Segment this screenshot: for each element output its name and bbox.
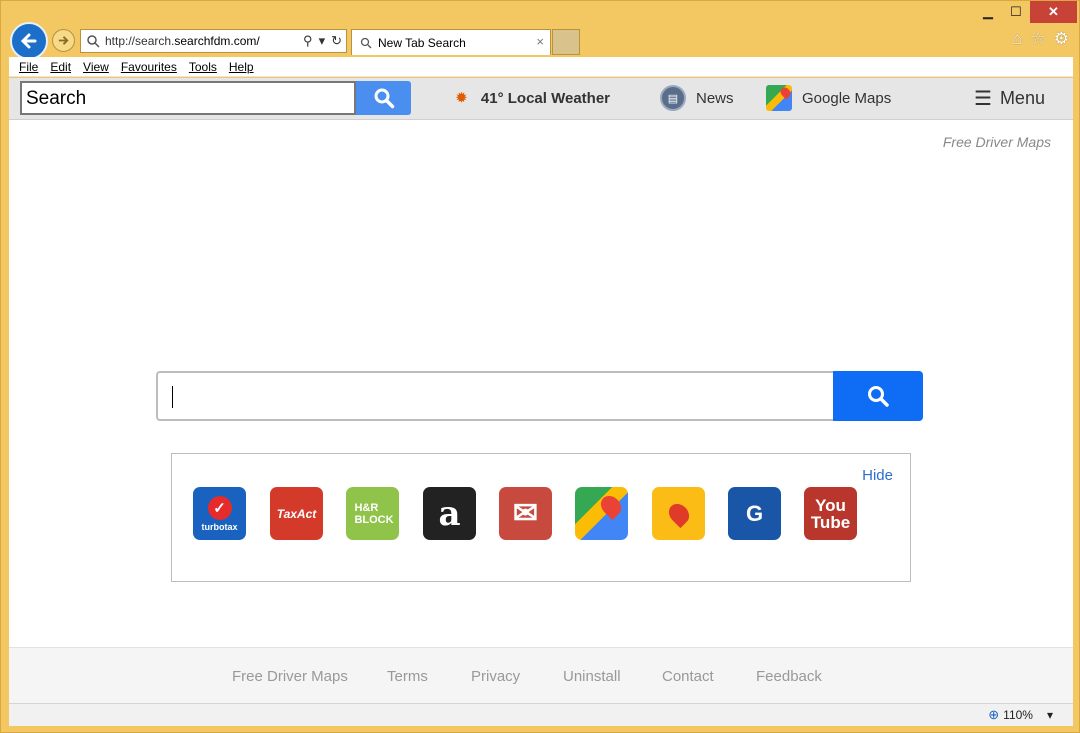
browser-tool-icons: ⌂ ☆ ⚙ (1012, 29, 1069, 49)
menu-help[interactable]: Help (229, 60, 254, 74)
google-maps-label: Google Maps (802, 89, 892, 107)
back-button[interactable] (10, 22, 48, 60)
google-maps-link[interactable]: Google Maps (766, 84, 891, 112)
zoom-magnifier-icon: ⊕ (988, 707, 1000, 722)
turbotax-tile[interactable]: ✓ turbotax (193, 487, 246, 540)
extension-toolbar: Search ✹ 41° Local Weather ▤ News Google… (9, 78, 1073, 120)
menu-button[interactable]: ☰ Menu (974, 84, 1045, 112)
news-label: News (696, 89, 734, 107)
youtube-tile[interactable]: You Tube (804, 487, 857, 540)
taxact-tile[interactable]: TaxAct (270, 487, 323, 540)
map-pin-icon (596, 491, 625, 520)
settings-gear-icon[interactable]: ⚙ (1054, 29, 1069, 49)
maximize-button[interactable]: ☐ (1003, 1, 1029, 23)
home-icon[interactable]: ⌂ (1012, 29, 1022, 49)
tab-close-icon[interactable]: × (536, 34, 544, 49)
menu-file[interactable]: File (19, 60, 38, 74)
hr-block-tile[interactable]: H&R BLOCK (346, 487, 399, 540)
main-search-button[interactable] (833, 371, 923, 421)
text-caret (172, 386, 173, 408)
gmail-tile[interactable]: ✉ (499, 487, 552, 540)
brand-link[interactable]: Free Driver Maps (943, 134, 1051, 150)
tab-new-tab-search[interactable]: New Tab Search × (351, 29, 551, 55)
address-bar-icons: ⚲ ▾ ↻ (303, 33, 342, 49)
amazon-tile[interactable]: a (423, 487, 476, 540)
footer-free-driver-maps[interactable]: Free Driver Maps (232, 668, 348, 685)
refresh-icon[interactable]: ↻ (331, 33, 342, 49)
news-icon: ▤ (660, 85, 686, 111)
checkmark-icon: ✓ (207, 495, 232, 520)
new-tab-button[interactable] (552, 29, 580, 55)
quick-links-panel: Hide ✓ turbotax TaxAct H&R BLOCK a ✉ G Y… (171, 453, 911, 582)
turbotax-label: turbotax (201, 521, 238, 532)
toolbar-search-input[interactable]: Search (20, 81, 356, 115)
page-content: Search ✹ 41° Local Weather ▤ News Google… (9, 78, 1073, 703)
footer-terms[interactable]: Terms (387, 668, 428, 685)
weather-label: 41° Local Weather (480, 89, 611, 107)
footer-feedback[interactable]: Feedback (756, 668, 822, 685)
footer-privacy[interactable]: Privacy (471, 668, 520, 685)
hr-block-label: H&R BLOCK (354, 501, 394, 526)
zoom-control[interactable]: ⊕ 110% ▾ (988, 707, 1053, 723)
search-icon (374, 88, 394, 109)
menu-view[interactable]: View (83, 60, 109, 74)
maps-directions-tile[interactable] (652, 487, 705, 540)
google-maps-icon (766, 85, 792, 111)
news-link[interactable]: ▤ News (660, 84, 734, 112)
menu-favourites[interactable]: Favourites (121, 60, 177, 74)
forward-arrow-icon (58, 36, 69, 45)
back-arrow-icon (20, 33, 37, 49)
status-bar: ⊕ 110% ▾ (9, 703, 1073, 726)
tab-search-icon (360, 37, 372, 48)
hide-link[interactable]: Hide (862, 467, 893, 484)
weather-sun-icon: ✹ (456, 90, 467, 105)
search-icon (868, 386, 889, 407)
tab-title: New Tab Search (378, 35, 466, 50)
amazon-logo-icon: a (438, 493, 461, 534)
gas-tile[interactable]: G (728, 487, 781, 540)
address-bar[interactable]: http://search.searchfdm.com/ ⚲ ▾ ↻ (80, 29, 347, 53)
favorites-star-icon[interactable]: ☆ (1031, 29, 1046, 49)
main-search-input[interactable] (156, 371, 833, 421)
dropdown-icon[interactable]: ▾ (319, 33, 326, 49)
zoom-level: 110% (1003, 708, 1033, 722)
youtube-logo-icon: You Tube (810, 495, 851, 532)
toolbar-search-button[interactable] (356, 81, 411, 115)
google-maps-tile[interactable] (575, 487, 628, 540)
menu-tools[interactable]: Tools (189, 60, 217, 74)
location-pin-icon (664, 499, 693, 528)
address-url: http://search.searchfdm.com/ (105, 34, 260, 48)
taxact-label: TaxAct (276, 506, 317, 521)
footer-uninstall[interactable]: Uninstall (563, 668, 621, 685)
forward-button[interactable] (52, 29, 75, 52)
close-button[interactable]: ✕ (1030, 1, 1077, 23)
footer-contact[interactable]: Contact (662, 668, 714, 685)
page-footer: Free Driver Maps Terms Privacy Uninstall… (9, 647, 1073, 703)
zoom-dropdown-icon[interactable]: ▾ (1047, 708, 1053, 722)
hamburger-icon: ☰ (974, 87, 992, 110)
menu-label: Menu (999, 87, 1045, 108)
gas-logo-icon: G (745, 500, 764, 526)
search-icon[interactable]: ⚲ (303, 33, 313, 49)
local-weather-link[interactable]: ✹ 41° Local Weather (456, 84, 610, 112)
mail-envelope-icon: ✉ (512, 497, 539, 530)
browser-topbar: http://search.searchfdm.com/ ⚲ ▾ ↻ New T… (1, 1, 1080, 60)
menu-edit[interactable]: Edit (50, 60, 71, 74)
menu-bar: File Edit View Favourites Tools Help (9, 57, 1073, 77)
page-icon (87, 35, 100, 48)
minimize-button[interactable]: ▁ (973, 1, 1003, 23)
browser-window: http://search.searchfdm.com/ ⚲ ▾ ↻ New T… (0, 0, 1080, 733)
